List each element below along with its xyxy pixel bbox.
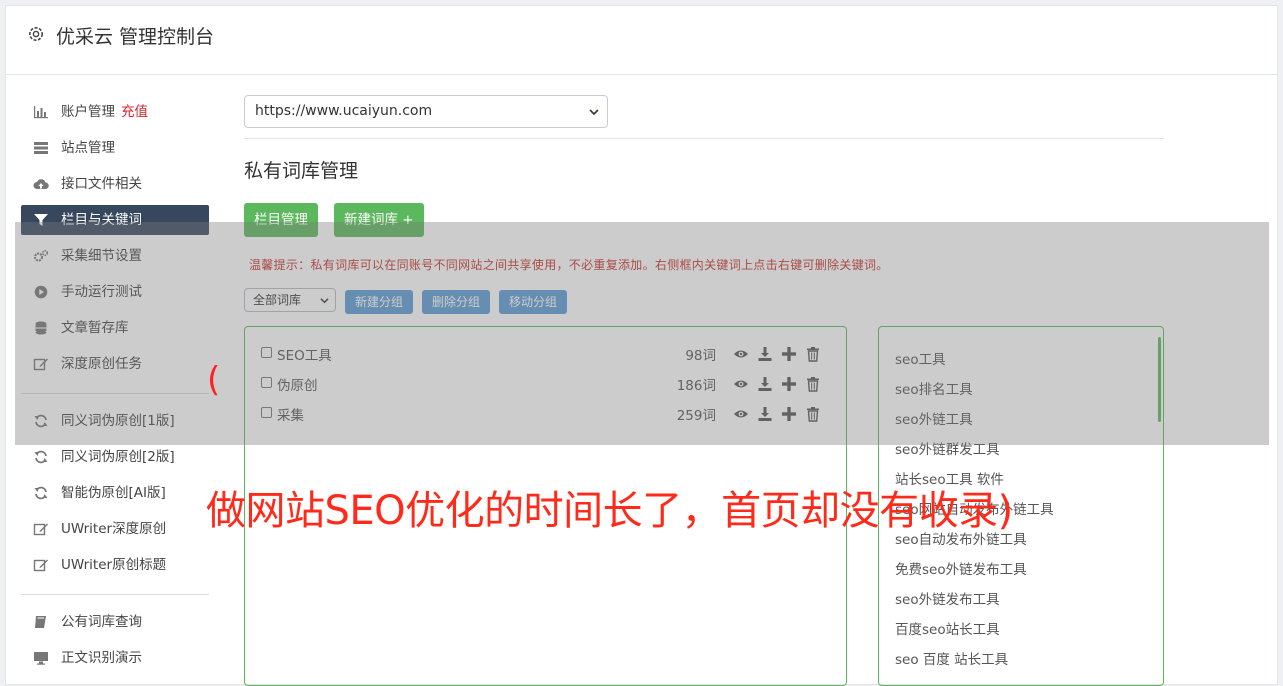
- keyword-item[interactable]: seo 百度 站长工具: [895, 648, 1008, 668]
- sidebar-item-label: 公有词库查询: [61, 614, 142, 630]
- cloud-upload-icon: [33, 179, 49, 189]
- sidebar-item-text-recognition[interactable]: 正文识别演示: [21, 643, 209, 673]
- sidebar-item-label: 智能伪原创[AI版]: [61, 485, 166, 501]
- site-select[interactable]: https://www.ucaiyun.com: [244, 95, 608, 128]
- sidebar-item-label: 账户管理: [61, 104, 115, 120]
- book-icon: [35, 616, 46, 628]
- refresh-icon: [34, 450, 48, 464]
- divider: [244, 138, 1164, 139]
- sidebar-item-label: 同义词伪原创[2版]: [61, 449, 175, 465]
- gear-icon: [29, 27, 43, 41]
- sidebar-item-account[interactable]: 账户管理 充值: [21, 97, 209, 127]
- sidebar-item-label: UWriter原创标题: [61, 557, 167, 573]
- sidebar-item-public-library[interactable]: 公有词库查询: [21, 607, 209, 637]
- keyword-item[interactable]: 百度seo站长工具: [895, 618, 1000, 638]
- section-title: 私有词库管理: [244, 160, 359, 182]
- edit-icon: [33, 559, 48, 572]
- chevron-down-icon: [589, 109, 599, 116]
- site-select-value: https://www.ucaiyun.com: [255, 103, 433, 119]
- sidebar-item-label: 正文识别演示: [61, 650, 142, 666]
- sidebar-item-label: 接口文件相关: [61, 176, 142, 192]
- gray-overlay-band: [15, 222, 1269, 445]
- overlay-paren: (: [207, 360, 221, 400]
- sidebar-item-label: UWriter深度原创: [61, 521, 167, 537]
- overlay-caption: 做网站SEO优化的时间长了，首页却没有收录): [206, 488, 1013, 534]
- header: 优采云 管理控制台: [6, 6, 1277, 75]
- sidebar-item-label: 站点管理: [61, 140, 115, 156]
- monitor-icon: [34, 652, 48, 665]
- sidebar-item-synonym-v2[interactable]: 同义词伪原创[2版]: [21, 442, 209, 472]
- server-icon: [34, 142, 48, 154]
- refresh-icon: [34, 486, 48, 500]
- keyword-item[interactable]: seo外链发布工具: [895, 588, 1000, 608]
- sidebar-divider: [21, 594, 209, 595]
- sidebar-item-sites[interactable]: 站点管理: [21, 133, 209, 163]
- sidebar-item-uwriter-title[interactable]: UWriter原创标题: [21, 550, 209, 580]
- sidebar-item-ai-rewrite[interactable]: 智能伪原创[AI版]: [21, 478, 209, 508]
- keyword-item[interactable]: 免费seo外链发布工具: [895, 558, 1027, 578]
- edit-icon: [33, 523, 48, 536]
- sidebar-item-uwriter-deep[interactable]: UWriter深度原创: [21, 514, 209, 544]
- sidebar-item-interface-files[interactable]: 接口文件相关: [21, 169, 209, 199]
- page-title: 优采云 管理控制台: [56, 26, 215, 48]
- recharge-link[interactable]: 充值: [121, 104, 148, 120]
- bar-chart-icon: [34, 106, 48, 119]
